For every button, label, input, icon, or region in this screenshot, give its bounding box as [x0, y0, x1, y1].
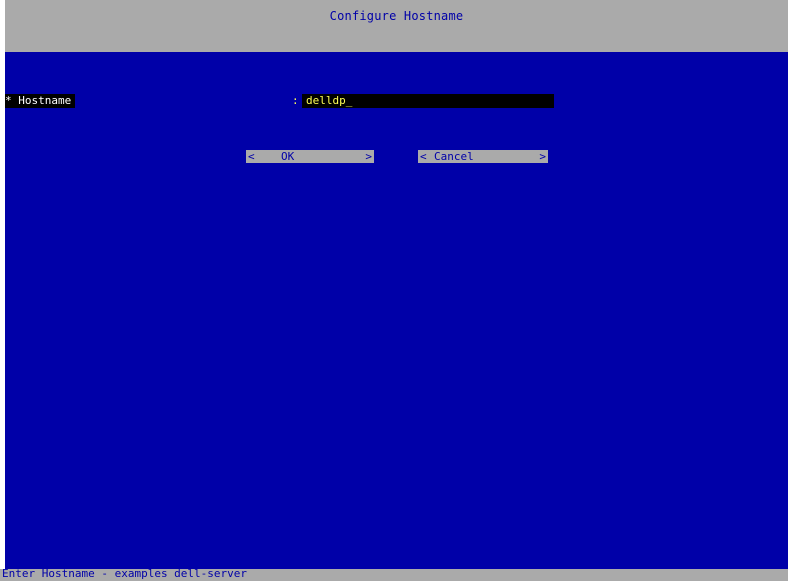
- status-hint: Enter Hostname - examples dell-server: [2, 567, 248, 580]
- cancel-button-label: Cancel: [434, 150, 474, 163]
- ok-button[interactable]: < OK >: [246, 150, 374, 163]
- hostname-label: * Hostname: [5, 94, 76, 108]
- ok-button-label: OK: [281, 150, 295, 163]
- status-bar: Enter Hostname - examples dell-server: [0, 567, 788, 581]
- title-bar: Configure Hostname: [5, 0, 788, 52]
- cancel-button-left-bracket: <: [420, 150, 427, 163]
- dialog-screen: * Hostname : delldp_ < OK > < Cancel >: [5, 52, 788, 569]
- window-title: Configure Hostname: [329, 9, 464, 23]
- ok-button-right-bracket: >: [365, 150, 372, 163]
- terminal-frame: Configure Hostname * Hostname : delldp_ …: [0, 0, 788, 581]
- hostname-separator: :: [292, 94, 299, 107]
- hostname-input[interactable]: delldp_: [302, 94, 554, 108]
- cancel-button-right-bracket: >: [539, 150, 546, 163]
- ok-button-left-bracket: <: [248, 150, 255, 163]
- cancel-button[interactable]: < Cancel >: [418, 150, 548, 163]
